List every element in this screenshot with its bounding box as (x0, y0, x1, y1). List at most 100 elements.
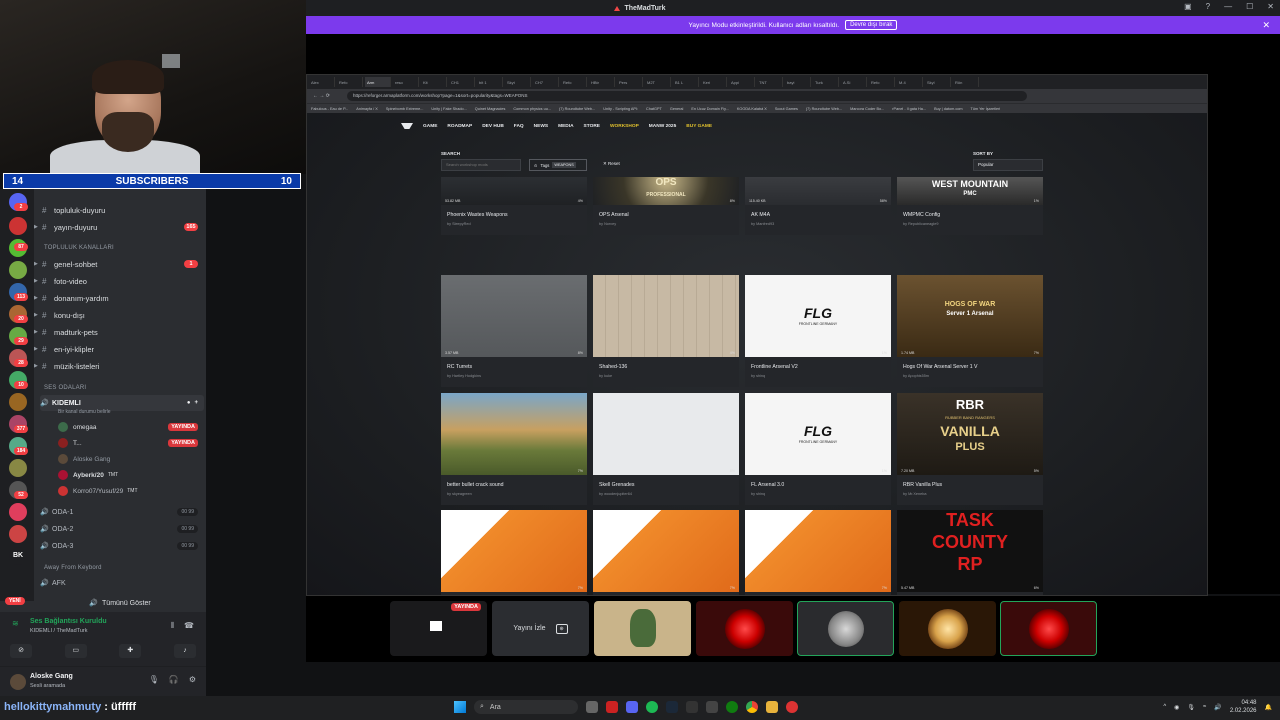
category-community[interactable]: TOPLULUK KANALLARI (44, 245, 114, 251)
channel-genel-sohbet[interactable]: ▶ # genel-sohbet 1 (34, 256, 204, 272)
card-title[interactable]: WMPMC Config (903, 212, 940, 218)
app-icon[interactable] (786, 701, 798, 713)
bookmark-item[interactable]: (7) Roundtube Web... (559, 107, 595, 111)
app-icon[interactable] (606, 701, 618, 713)
browser-tab[interactable]: bayi (785, 77, 811, 87)
browser-tab[interactable]: Skyt (505, 77, 531, 87)
card-thumbnail[interactable]: FLG FRONTLINE GERMANY (745, 393, 891, 475)
server-icon[interactable] (9, 217, 27, 235)
voice-status-hint[interactable]: Bir kanal durumu belirle (58, 409, 111, 415)
tray-chevron-icon[interactable]: ^ (1163, 704, 1166, 710)
bookmark-item[interactable]: Buy | datom.com (934, 107, 962, 111)
browser-tab[interactable]: Skyl (925, 77, 951, 87)
settings-gear-icon[interactable]: ⚙ (189, 675, 196, 684)
site-nav-item[interactable]: DEV HUB (482, 124, 504, 129)
workshop-card[interactable]: 7% better bullet crack sound by skyeagreen (441, 393, 587, 505)
workshop-card[interactable]: WEST MOUNTAIN PMC 1% WMPMC Config by Republi… (897, 177, 1043, 235)
category-voice[interactable]: SES ODALARI (44, 385, 86, 391)
tag-chip-weapons[interactable]: WEAPONS (552, 162, 576, 168)
card-thumbnail[interactable] (593, 393, 739, 475)
card-author[interactable]: by Republicaneagle9 (903, 222, 938, 226)
card-author[interactable]: by skyeagreen (447, 492, 472, 496)
notifications-icon[interactable]: 🔔 (1265, 704, 1272, 711)
user-avatar[interactable] (10, 674, 26, 690)
signal-icon[interactable]: ≋ (12, 619, 19, 628)
minimize-button[interactable]: — (1224, 2, 1232, 11)
spotify-icon[interactable] (646, 701, 658, 713)
participant-tile[interactable] (696, 601, 793, 656)
card-thumbnail[interactable] (745, 177, 891, 205)
voice-user[interactable]: T... YAYINDA (58, 436, 204, 450)
card-thumbnail[interactable]: OPS PROFESSIONAL (593, 177, 739, 205)
voice-user[interactable]: Ayberk/20 TMT (58, 468, 204, 482)
screen-share-button[interactable]: ▭ (64, 644, 87, 658)
channel-yayin-duyuru[interactable]: ▶ # yayın-duyuru 165 (34, 219, 204, 235)
workshop-card[interactable]: 7%Enemy Chest Dotby Mustka.ivnv (441, 510, 587, 595)
camera-off-button[interactable]: ⊘ (10, 644, 32, 658)
site-nav-item[interactable]: MEDIA (558, 124, 573, 129)
card-author[interactable]: by Norvey (599, 222, 616, 226)
voice-channel-oda-3[interactable]: 🔊 ODA-3 00 99 (40, 538, 204, 554)
channel-foto-video[interactable]: ▶ # foto-video (34, 273, 204, 289)
sort-select[interactable]: Popular (973, 159, 1043, 171)
bookmark-item[interactable]: Fabulous - Eau de P... (311, 107, 348, 111)
card-title[interactable]: Shahed-136 (599, 364, 627, 370)
bookmark-item[interactable]: Marcora Coder Bo... (850, 107, 884, 111)
close-window-button[interactable]: ✕ (1267, 2, 1274, 11)
bookmark-item[interactable]: Unity - Scripting API: (603, 107, 638, 111)
server-icon[interactable] (9, 525, 27, 543)
epic-games-icon[interactable] (686, 701, 698, 713)
site-nav-item[interactable]: NEWS (534, 124, 548, 129)
bookmark-item[interactable]: Animayfa / X (356, 107, 378, 111)
voice-channel-oda-2[interactable]: 🔊 ODA-2 00 99 (40, 521, 204, 537)
help-icon[interactable]: ? (1206, 2, 1210, 11)
workshop-card[interactable]: 53.82 MB 4% Phoenix Wastes Weapons by Sleep… (441, 177, 587, 235)
steam-icon[interactable] (666, 701, 678, 713)
activities-button[interactable]: ✚ (119, 644, 142, 658)
chat-bubble-icon[interactable]: ● (187, 400, 191, 406)
channel-topluluk-duyuru[interactable]: # topluluk-duyuru (34, 202, 204, 218)
card-title[interactable]: Frontline Arsenal V2 (751, 364, 798, 370)
wifi-icon[interactable]: ≈ (1203, 704, 1206, 710)
card-thumbnail[interactable]: FLG FRONTLINE GERMANY (745, 275, 891, 357)
browser-tab[interactable]: B1 L (673, 77, 699, 87)
card-thumbnail[interactable] (441, 177, 587, 205)
bookmark-item[interactable]: Quinet Magnacies (475, 107, 506, 111)
card-author[interactable]: by shinq (751, 492, 765, 496)
card-title[interactable]: FL Arsenal 3.0 (751, 482, 784, 488)
browser-tab[interactable]: Refo (869, 77, 895, 87)
browser-tab[interactable]: Rön (953, 77, 979, 87)
server-icon[interactable] (9, 261, 27, 279)
browser-tab[interactable]: Turk (813, 77, 839, 87)
task-view-icon[interactable] (586, 701, 598, 713)
workshop-card[interactable]: 115.40 KB 58% AK M4A by Manfred93 (745, 177, 891, 235)
url-field[interactable]: https://reforger.armaplatform.com/worksh… (347, 91, 1027, 101)
site-nav-item[interactable]: BUY GAME (686, 124, 712, 129)
browser-tab[interactable]: CH1 (449, 77, 475, 87)
card-thumbnail[interactable] (593, 275, 739, 357)
browser-tab[interactable]: Arm (365, 77, 391, 87)
card-author[interactable]: by Mr.Xeneba (903, 492, 926, 496)
card-title[interactable]: Hogs Of War Arsenal Server 1 V (903, 364, 977, 370)
voice-user[interactable]: omegaa YAYINDA (58, 420, 204, 434)
disable-streamer-mode-button[interactable]: Devre dışı bırak (845, 20, 898, 30)
card-thumbnail[interactable]: RBR RUBBER BAND RANGERS VANILLA PLUS (897, 393, 1043, 475)
channel-donanim-yardim[interactable]: ▶ # donanım-yardım (34, 290, 204, 306)
workshop-card[interactable]: FLG FRONTLINE GERMANY 1% Frontline Arsenal … (745, 275, 891, 387)
participant-tile-stream[interactable]: YAYINDA (390, 601, 487, 656)
file-explorer-icon[interactable] (766, 701, 778, 713)
workshop-card[interactable]: RBR RUBBER BAND RANGERS VANILLA PLUS 7.20 MB… (897, 393, 1043, 505)
show-all-button[interactable]: 🔊 Tümünü Göster (34, 596, 206, 610)
reset-filters-button[interactable]: ✕ Reset (603, 161, 620, 167)
voice-user[interactable]: Aloske Gang (58, 452, 204, 466)
taskbar-search[interactable]: ⌕ Ara (474, 700, 578, 714)
reforger-logo-icon[interactable] (401, 123, 413, 129)
inbox-icon[interactable]: ▣ (1184, 2, 1192, 11)
maximize-button[interactable]: ☐ (1246, 2, 1253, 11)
browser-tab[interactable]: HBtr (589, 77, 615, 87)
location-icon[interactable]: ◉ (1174, 704, 1179, 711)
card-title[interactable]: better bullet crack sound (447, 482, 504, 488)
browser-tab[interactable]: M2T (645, 77, 671, 87)
browser-tab[interactable]: Keri (701, 77, 727, 87)
bookmark-item[interactable]: Unity | Fake Shado... (431, 107, 466, 111)
